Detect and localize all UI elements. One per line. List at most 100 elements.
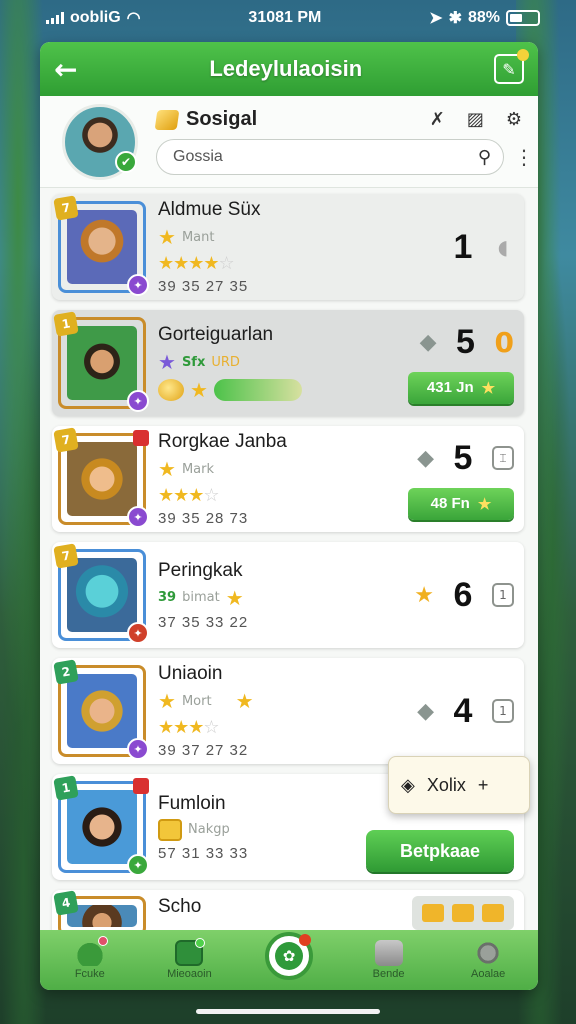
- back-arrow-icon[interactable]: ←: [54, 53, 77, 86]
- nav-label: Aoalae: [471, 968, 506, 980]
- plus-icon[interactable]: +: [478, 775, 489, 796]
- nav-label: Fcuke: [74, 968, 105, 980]
- battery-percent: 88%: [467, 9, 500, 26]
- class-icon: ✦: [127, 738, 149, 760]
- class-icon: ✦: [127, 622, 149, 644]
- status-bar: oobliG ◠ 31081 PM ➤ ✱ 88%: [0, 0, 576, 36]
- star-icon: ★: [158, 689, 176, 713]
- list-item[interactable]: 2 ✦ Uniaoin ★ Mort ★ ★★★☆ 39 37 27 32 ◆ 4 …: [52, 658, 524, 764]
- progress-bar: [213, 379, 302, 401]
- gear-icon[interactable]: ⚙: [506, 109, 522, 130]
- info-icon[interactable]: 1: [492, 699, 514, 723]
- nav-missions[interactable]: Mieoaoin: [144, 938, 234, 980]
- list-item[interactable]: 1 ✦ Fumloin Nakgp 57 31 33 33 ◈ Xolix + …: [52, 756, 530, 880]
- star-icon: ★: [235, 689, 254, 713]
- pin-icon[interactable]: ◆: [417, 699, 434, 724]
- page-title: Ledeylulaoisin: [209, 56, 363, 81]
- notification-dot: [298, 934, 311, 946]
- box-icon: [374, 940, 403, 966]
- player-portrait: 7 ✦: [53, 543, 149, 644]
- challenge-button[interactable]: 48 Fn ★: [408, 487, 514, 520]
- nav-center[interactable]: ✿: [244, 932, 334, 980]
- player-portrait: 2 ✦: [53, 659, 149, 760]
- tools-icon[interactable]: ✗: [430, 109, 445, 130]
- clock: 31081 PM: [248, 9, 322, 26]
- frame-icon[interactable]: ▨: [467, 109, 484, 130]
- tier-badge: 4: [53, 890, 79, 916]
- player-subtitle: bimat: [182, 590, 220, 605]
- crystal-icon: ◈: [401, 774, 415, 795]
- player-subtitle: Mort: [181, 693, 212, 709]
- player-subtitle: Mark: [181, 461, 214, 477]
- score-value: 0: [494, 325, 514, 359]
- player-name: Peringkak: [158, 559, 243, 581]
- rank-number: 5: [453, 438, 473, 477]
- player-stats: 39 35 27 35: [158, 278, 249, 295]
- player-stats: 37 35 33 22: [158, 613, 249, 631]
- class-icon: ✦: [127, 506, 149, 528]
- more-options-icon[interactable]: ⋮: [514, 145, 534, 169]
- list-item[interactable]: 7 ✦ Aldmue Süx ★ Mant ★★★★☆ 39 35 27 35 1…: [52, 194, 524, 300]
- info-icon[interactable]: ◖: [492, 235, 514, 259]
- player-name: Fumloin: [158, 792, 226, 814]
- pin-icon[interactable]: ◆: [417, 446, 434, 471]
- info-icon[interactable]: 1: [492, 583, 514, 607]
- star-icon: ★: [158, 225, 176, 249]
- signal-icon: [46, 12, 64, 24]
- coin-icon: [158, 379, 184, 401]
- gold-cube-icon: [154, 109, 180, 130]
- player-stats: 57 31 33 33: [158, 844, 249, 862]
- gold-star-icon[interactable]: ★: [414, 583, 434, 608]
- challenge-button[interactable]: 431 Jn ★: [408, 371, 514, 404]
- rank-number: 6: [453, 575, 473, 614]
- search-box: ⚲: [156, 139, 504, 175]
- star-rating: ★★★☆: [158, 717, 220, 738]
- list-item[interactable]: 1 ✦ Gorteiguarlan ★ Sfx URD ★ ◆ 5 0 431 Jn…: [52, 310, 524, 416]
- gold-box-icon: [158, 818, 182, 841]
- search-input[interactable]: [173, 148, 478, 166]
- star-icon: ★: [477, 495, 492, 513]
- rank-number: 4: [453, 691, 473, 730]
- map-icon: [175, 938, 206, 966]
- bottom-nav: Fcuke Mieoaoin ✿ Bende Aoalae: [40, 930, 538, 990]
- player-stats: 39 35 28 73: [158, 510, 249, 527]
- player-name: Uniaoin: [158, 663, 223, 684]
- wifi-icon: ◠: [126, 10, 141, 27]
- pin-icon[interactable]: ◆: [420, 330, 437, 355]
- list-item[interactable]: 7 ✦ Rorgkae Janba ★ Mark ★★★☆ 39 35 28 73…: [52, 426, 524, 532]
- flag-icon: [133, 778, 149, 794]
- nav-home[interactable]: Fcuke: [45, 936, 135, 980]
- rank-number: 1: [453, 227, 473, 266]
- player-portrait: 1 ✦: [53, 311, 149, 412]
- star-icon: ★: [225, 585, 244, 610]
- notification-dot: [516, 49, 529, 61]
- player-tag: URD: [211, 354, 240, 370]
- challenge-button-label: 431 Jn: [426, 379, 474, 396]
- player-level: 39: [158, 590, 177, 605]
- leaderboard-window: ← Ledeylulaoisin ✎ ✔ Sosigal ✗ ▨ ⚙ Gossi…: [40, 42, 538, 990]
- player-portrait: 7 ✦: [53, 427, 149, 528]
- info-icon[interactable]: ⌶: [492, 446, 514, 470]
- list-item[interactable]: 7 ✦ Peringkak 39 bimat ★ 37 35 33 22 ★ 6 1: [52, 542, 524, 648]
- search-icon[interactable]: ⚲: [478, 147, 491, 168]
- edit-icon[interactable]: ✎: [493, 49, 529, 84]
- play-button[interactable]: ✿: [264, 932, 313, 980]
- star-icon: ★: [481, 379, 496, 397]
- carrier-label: oobliG: [70, 9, 121, 26]
- player-subtitle: Sfx: [181, 354, 206, 370]
- nav-settings[interactable]: Aoalae: [443, 940, 533, 980]
- nav-bundle[interactable]: Bende: [344, 940, 434, 980]
- flower-icon: ✿: [274, 942, 303, 970]
- action-popover[interactable]: ◈ Xolix +: [388, 756, 530, 814]
- app-bar: ← Ledeylulaoisin ✎: [40, 42, 538, 96]
- action-button[interactable]: Betpkaae: [366, 830, 514, 872]
- player-name: Scho: [158, 896, 202, 917]
- star-rating: ★★★★☆: [158, 253, 235, 274]
- rank-number: 5: [456, 322, 475, 361]
- leaderboard-list: 7 ✦ Aldmue Süx ★ Mant ★★★★☆ 39 35 27 35 1…: [40, 188, 538, 944]
- star-rating: ★★★☆: [158, 485, 220, 506]
- battery-icon: [506, 10, 540, 26]
- avatar[interactable]: ✔: [62, 103, 138, 180]
- player-name: Rorgkae Janba: [158, 431, 287, 452]
- home-indicator[interactable]: [196, 1009, 380, 1014]
